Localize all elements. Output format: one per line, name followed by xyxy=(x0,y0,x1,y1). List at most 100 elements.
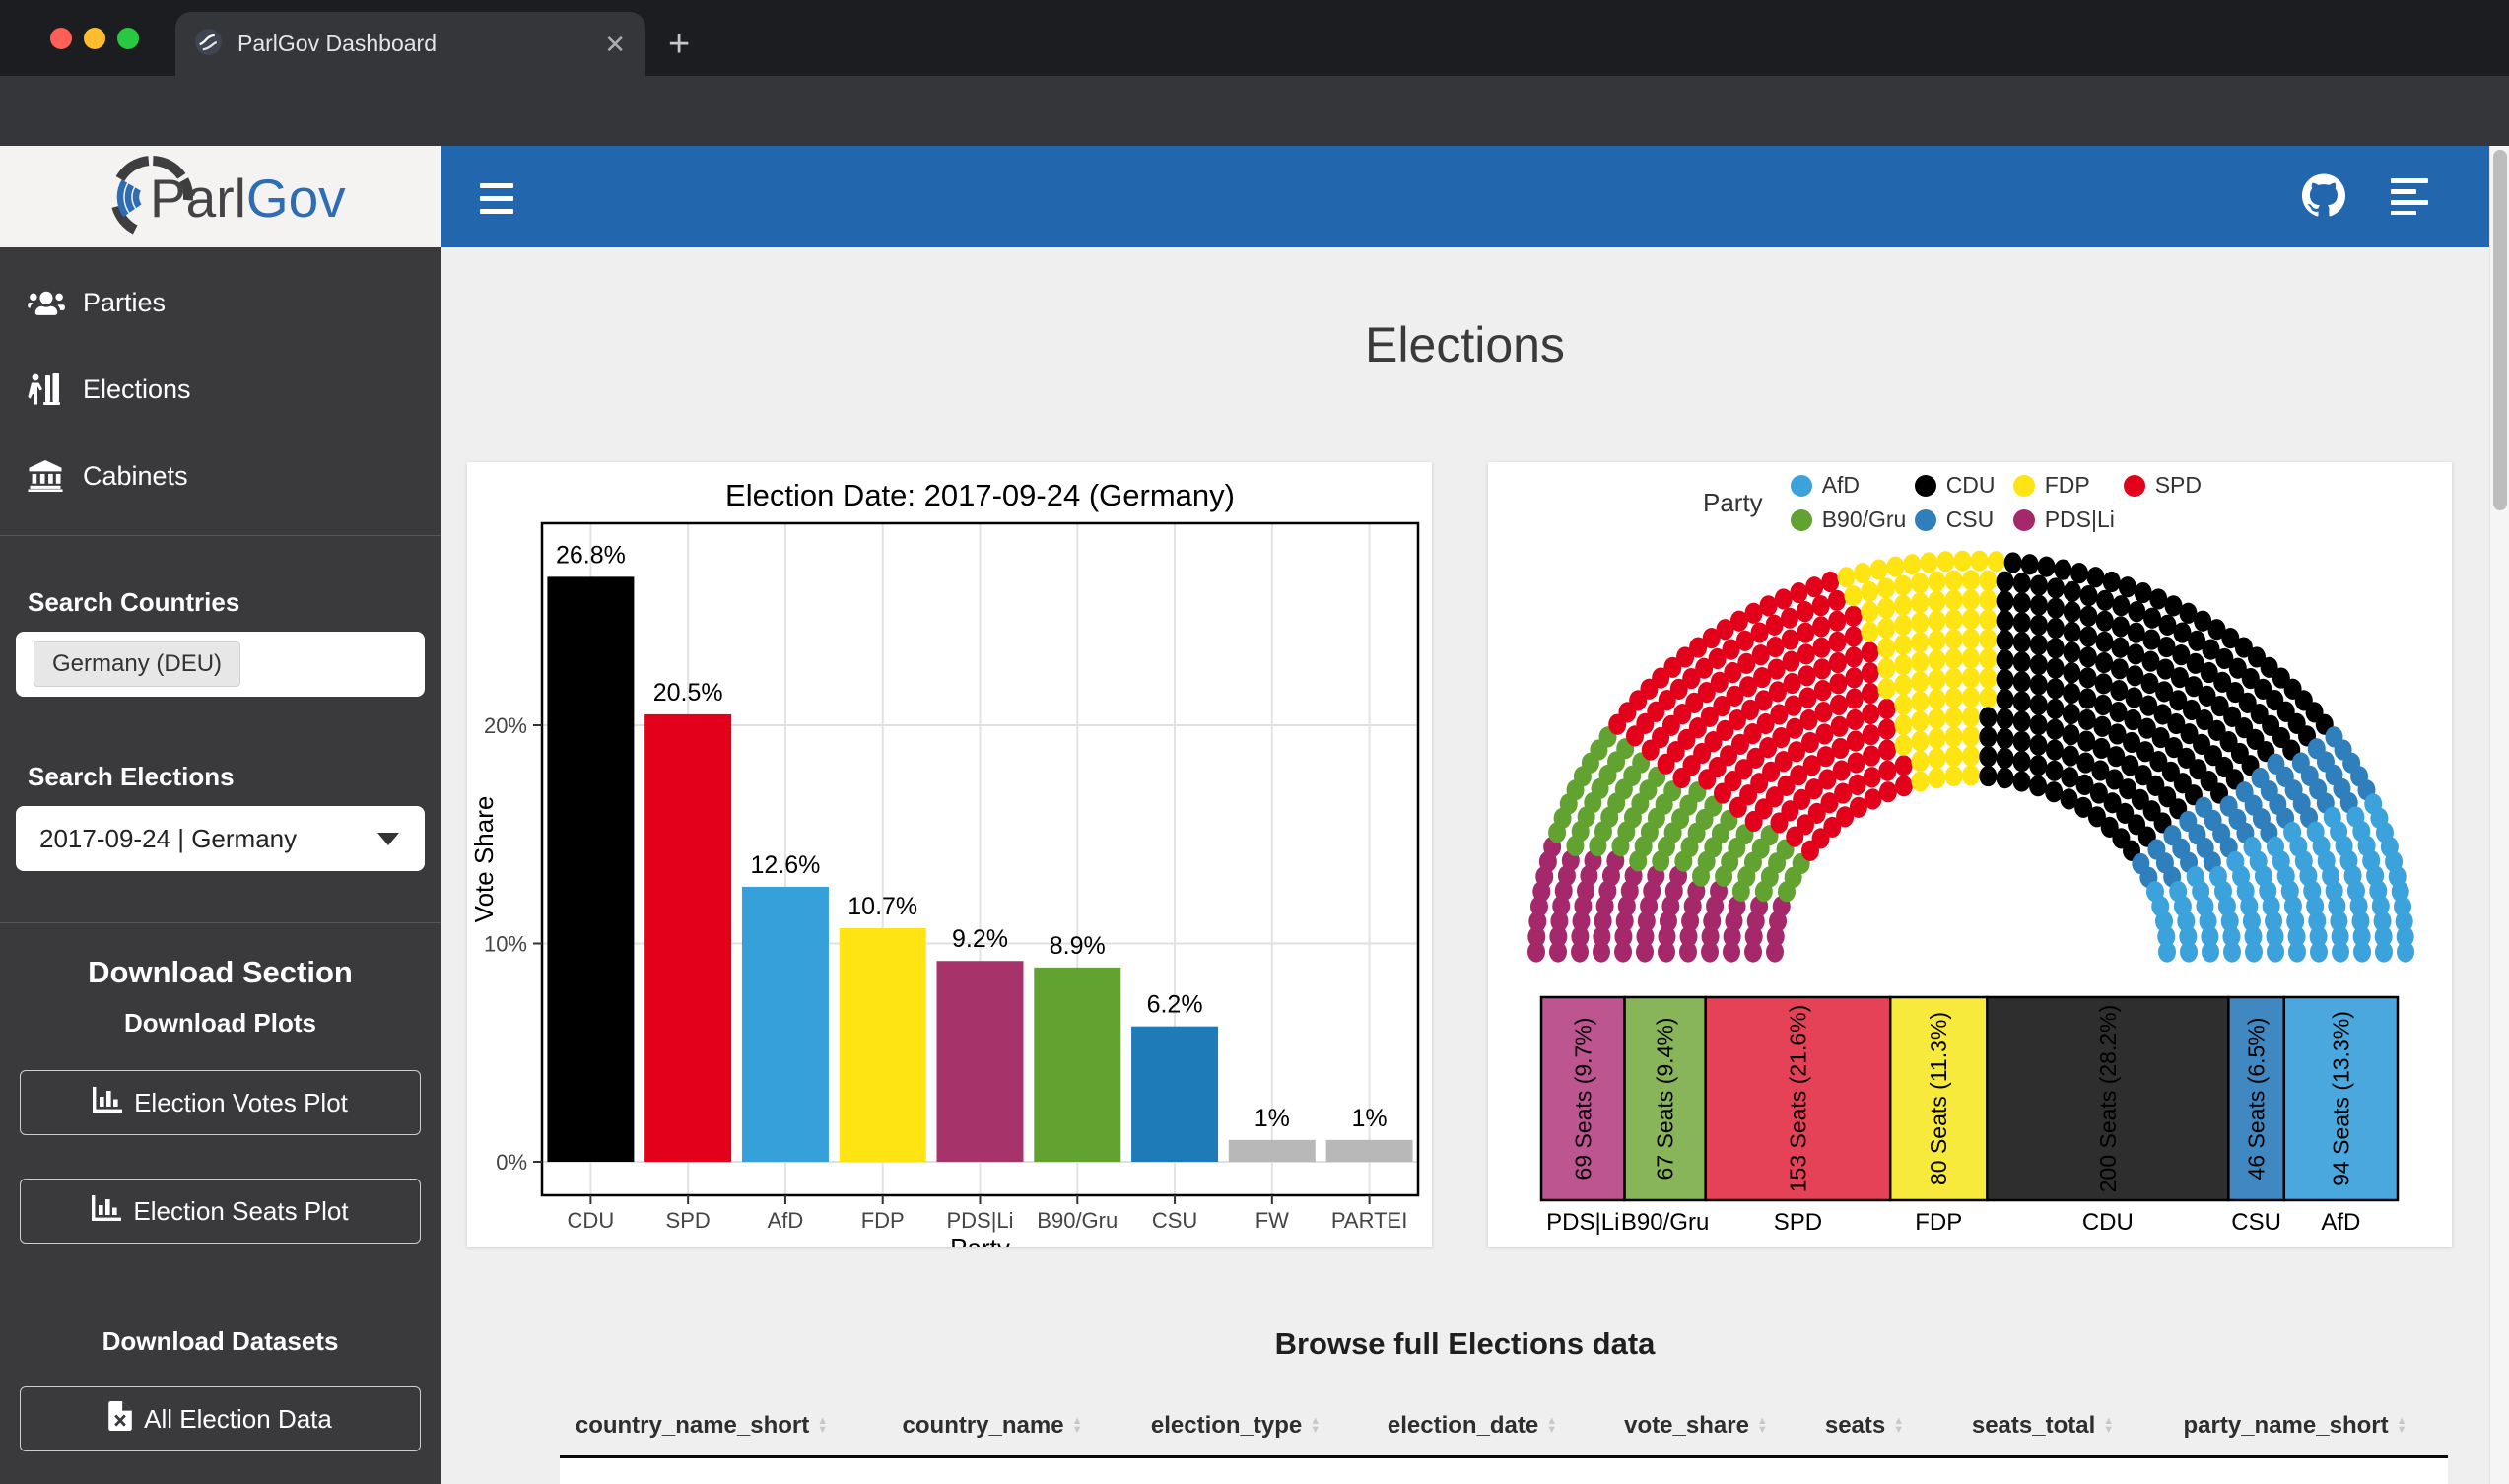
legend-label: AfD xyxy=(1822,472,1860,499)
parliament-legend: Party AfDCDUFDPSPDB90/GruCSUPDS|Li xyxy=(1703,468,2202,537)
download-button-label: Election Votes Plot xyxy=(134,1088,348,1118)
bar-value-label: 10.7% xyxy=(848,893,917,920)
column-header-country_name[interactable]: country_name▲▼ xyxy=(903,1412,1083,1440)
seat-dot-CDU xyxy=(1997,669,2014,690)
seat-dot-AfD xyxy=(2310,941,2328,962)
x-tick-label: PARTEI xyxy=(1331,1208,1407,1233)
column-header-label: party_name_short xyxy=(2184,1412,2389,1440)
seat-dot-SPD xyxy=(1775,588,1793,609)
main-content: Elections Election Date: 2017-09-24 (Ger… xyxy=(441,247,2489,1484)
header-menu-icon[interactable] xyxy=(2391,175,2436,220)
seat-dot-CDU xyxy=(2063,683,2080,704)
seat-dot-CDU xyxy=(2047,598,2065,619)
seat-dot-CDU xyxy=(2013,651,2031,672)
seat-dot-AfD xyxy=(2267,941,2284,962)
seat-dot-SPD xyxy=(1862,683,1879,704)
seat-dot-FDP xyxy=(1953,551,1971,572)
seat-dot-FDP xyxy=(1870,559,1888,579)
seat-dot-FDP xyxy=(1962,726,1980,747)
seat-dot-FDP xyxy=(1911,731,1929,752)
seat-dot-FDP xyxy=(1861,601,1878,622)
seat-dot-CDU xyxy=(2103,572,2121,592)
seat-dot-FDP xyxy=(1928,669,1945,690)
all-election-data-button[interactable]: All Election Data xyxy=(20,1386,421,1451)
seat-dot-FDP xyxy=(1962,609,1980,630)
bar-B90/Gru xyxy=(1034,968,1120,1162)
seat-dot-FDP xyxy=(1911,612,1929,633)
sort-icon[interactable]: ▲▼ xyxy=(1546,1417,1557,1435)
sort-icon[interactable]: ▲▼ xyxy=(1072,1417,1083,1435)
sort-icon[interactable]: ▲▼ xyxy=(1310,1417,1321,1435)
seat-dot-FDP xyxy=(1894,615,1912,636)
votes-plot-card: Election Date: 2017-09-24 (Germany)26.8%… xyxy=(467,462,1432,1247)
election-votes-plot-button[interactable]: Election Votes Plot xyxy=(20,1070,421,1135)
seat-dot-CDU xyxy=(2013,751,2031,772)
seat-dot-FDP xyxy=(1844,585,1862,606)
sidebar-item-parties[interactable]: Parties xyxy=(0,259,441,346)
sidebar-item-elections[interactable]: Elections xyxy=(0,346,441,433)
seat-dot-FDP xyxy=(1945,766,1963,786)
bar-value-label: 12.6% xyxy=(750,851,820,879)
sort-icon[interactable]: ▲▼ xyxy=(817,1417,828,1435)
sidebar-toggle-icon[interactable] xyxy=(480,183,513,222)
sidebar-item-label: Elections xyxy=(83,374,191,405)
seat-dot-CDU xyxy=(2030,695,2048,715)
seat-dot-CDU xyxy=(1997,748,2014,769)
seat-dot-FDP xyxy=(1861,622,1878,642)
country-search-input[interactable]: Germany (DEU) xyxy=(16,632,425,697)
sort-icon[interactable]: ▲▼ xyxy=(1757,1417,1768,1435)
column-header-seats_total[interactable]: seats_total▲▼ xyxy=(1972,1412,2114,1440)
sort-icon[interactable]: ▲▼ xyxy=(2397,1417,2407,1435)
seat-dot-FDP xyxy=(1854,563,1871,583)
seat-dot-FDP xyxy=(1979,609,1997,630)
github-icon[interactable] xyxy=(2302,173,2345,222)
seat-dot-SPD xyxy=(1781,608,1798,629)
seat-dot-CDU xyxy=(1997,768,2014,788)
seat-dot-CDU xyxy=(2079,646,2097,667)
election-seats-plot-button[interactable]: Election Seats Plot xyxy=(20,1179,421,1244)
column-header-seats[interactable]: seats▲▼ xyxy=(1825,1412,1904,1440)
sort-icon[interactable]: ▲▼ xyxy=(2103,1417,2114,1435)
seat-dot-FDP xyxy=(1903,554,1921,574)
close-window-button[interactable] xyxy=(50,28,72,49)
seat-dot-SPD xyxy=(1878,761,1896,781)
bar-AfD xyxy=(742,887,829,1162)
column-header-label: election_date xyxy=(1388,1412,1538,1440)
country-token[interactable]: Germany (DEU) xyxy=(34,641,240,687)
seat-dot-CDU xyxy=(2029,735,2047,756)
bar-value-label: 6.2% xyxy=(1147,991,1203,1019)
seat-dot-CDU xyxy=(2030,714,2048,735)
seat-dot-SPD xyxy=(1845,646,1863,667)
x-tick-label: B90/Gru xyxy=(1037,1208,1118,1233)
seat-dot-SPD xyxy=(1805,576,1823,597)
column-header-country_name_short[interactable]: country_name_short▲▼ xyxy=(576,1412,828,1440)
seat-dot-AfD xyxy=(2375,941,2393,962)
seat-dot-SPD xyxy=(1847,730,1865,751)
tab-close-icon[interactable]: ✕ xyxy=(604,32,626,57)
minimize-window-button[interactable] xyxy=(84,28,105,49)
seat-dot-AfD xyxy=(2158,941,2176,962)
seat-dot-CDU xyxy=(2047,618,2065,639)
new-tab-button[interactable]: + xyxy=(668,24,690,66)
seat-dot-SPD xyxy=(1815,702,1833,722)
seat-dot-FDP xyxy=(1962,765,1980,785)
seat-dot-FDP xyxy=(1877,598,1895,619)
column-header-election_date[interactable]: election_date ▲▼ xyxy=(1388,1412,1557,1440)
browser-tab[interactable]: ParlGov Dashboard ✕ xyxy=(175,12,645,76)
seat-dot-CDU xyxy=(2096,590,2114,611)
seat-dot-FDP xyxy=(1945,688,1963,708)
maximize-window-button[interactable] xyxy=(117,28,139,49)
seat-dot-FDP xyxy=(1979,688,1997,708)
column-header-party_name_short[interactable]: party_name_short ▲▼ xyxy=(2184,1412,2407,1440)
bar-value-label: 26.8% xyxy=(556,541,626,569)
legend-item-AfD: AfD xyxy=(1791,472,1915,499)
election-select[interactable]: 2017-09-24 | Germany xyxy=(16,806,425,871)
sidebar-item-cabinets[interactable]: Cabinets xyxy=(0,433,441,519)
page-scrollbar-track[interactable] xyxy=(2489,146,2509,1484)
sort-icon[interactable]: ▲▼ xyxy=(1893,1417,1904,1435)
column-header-election_type[interactable]: election_type▲▼ xyxy=(1151,1412,1321,1440)
seat-dot-SPD xyxy=(1797,601,1814,622)
column-header-vote_share[interactable]: vote_share▲▼ xyxy=(1624,1412,1768,1440)
seat-dot-FDP xyxy=(1962,648,1980,669)
page-scrollbar-thumb[interactable] xyxy=(2493,150,2507,510)
